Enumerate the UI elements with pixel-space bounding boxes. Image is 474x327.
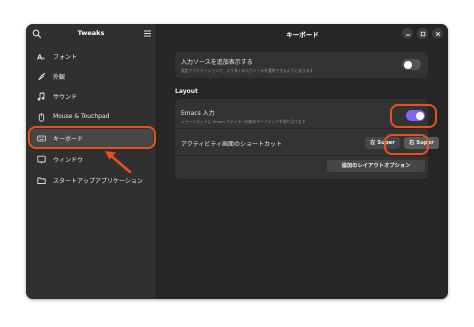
sidebar-item-label: サウンド [53,94,78,101]
maximize-icon [420,31,425,36]
sidebar-item-label: 外観 [53,74,66,81]
sidebar-item-sound[interactable]: サウンド [31,87,153,105]
startup-apps-icon [37,177,46,184]
annotation-highlight-keyboard [28,126,156,149]
input-sources-title: 入力ソースを追加表示する [181,59,253,66]
annotation-highlight-right-super [384,134,429,155]
sidebar-item-label: フォント [53,54,78,61]
close-icon [435,31,440,36]
input-sources-subtitle: 設定アプリケーションで、より多くの入力ソースを選択できるようになります [181,68,314,73]
font-icon: A a [37,54,45,62]
sidebar-header: Tweaks [26,24,156,44]
sidebar-title: Tweaks [77,29,105,37]
hamburger-menu-icon[interactable] [143,29,152,38]
mouse-icon [38,113,45,122]
activities-shortcut-title: アクティビティ画面のショートカット [181,141,282,148]
minimize-button[interactable] [402,28,413,39]
main-pane: キーボード 入力ソースを追加表示する 設定アプリケーションで、より多くの入力ソー… [157,24,448,299]
input-sources-card: 入力ソースを追加表示する 設定アプリケーションで、より多くの入力ソースを選択でき… [175,52,428,78]
annotation-arrow-icon [105,151,132,174]
close-button[interactable] [432,28,443,39]
toggle-knob [403,60,412,69]
sidebar-item-appearance[interactable]: 外観 [31,67,153,85]
sound-icon [37,92,45,101]
sidebar-item-mouse-touchpad[interactable]: Mouse & Touchpad [31,108,153,126]
minimize-icon [405,34,410,35]
additional-layout-options-button[interactable]: 追加のレイアウトオプション [327,160,425,172]
layout-section-label: Layout [175,88,198,95]
sidebar-item-fonts[interactable]: A a フォント [31,47,153,65]
maximize-button[interactable] [417,28,428,39]
window-icon [37,155,46,164]
annotation-highlight-emacs-toggle [390,104,437,128]
row-divider [175,155,428,156]
input-sources-toggle[interactable] [402,59,421,70]
appearance-icon [38,72,46,81]
svg-text:a: a [42,57,45,62]
tweaks-window: Tweaks A a フォント 外観 サウンド Mouse & Touchpad… [26,24,448,299]
row-divider [175,128,428,129]
sidebar-item-label: ウィンドウ [53,157,84,164]
sidebar: Tweaks A a フォント 外観 サウンド Mouse & Touchpad… [26,24,157,299]
emacs-input-subtitle: ショートカットに Emacs エディター由来のキーバインドを割り当てます [181,119,306,124]
sidebar-item-label: Mouse & Touchpad [53,113,110,120]
emacs-input-title: Emacs 入力 [181,110,215,117]
sidebar-item-label: スタートアップアプリケーション [53,178,143,185]
